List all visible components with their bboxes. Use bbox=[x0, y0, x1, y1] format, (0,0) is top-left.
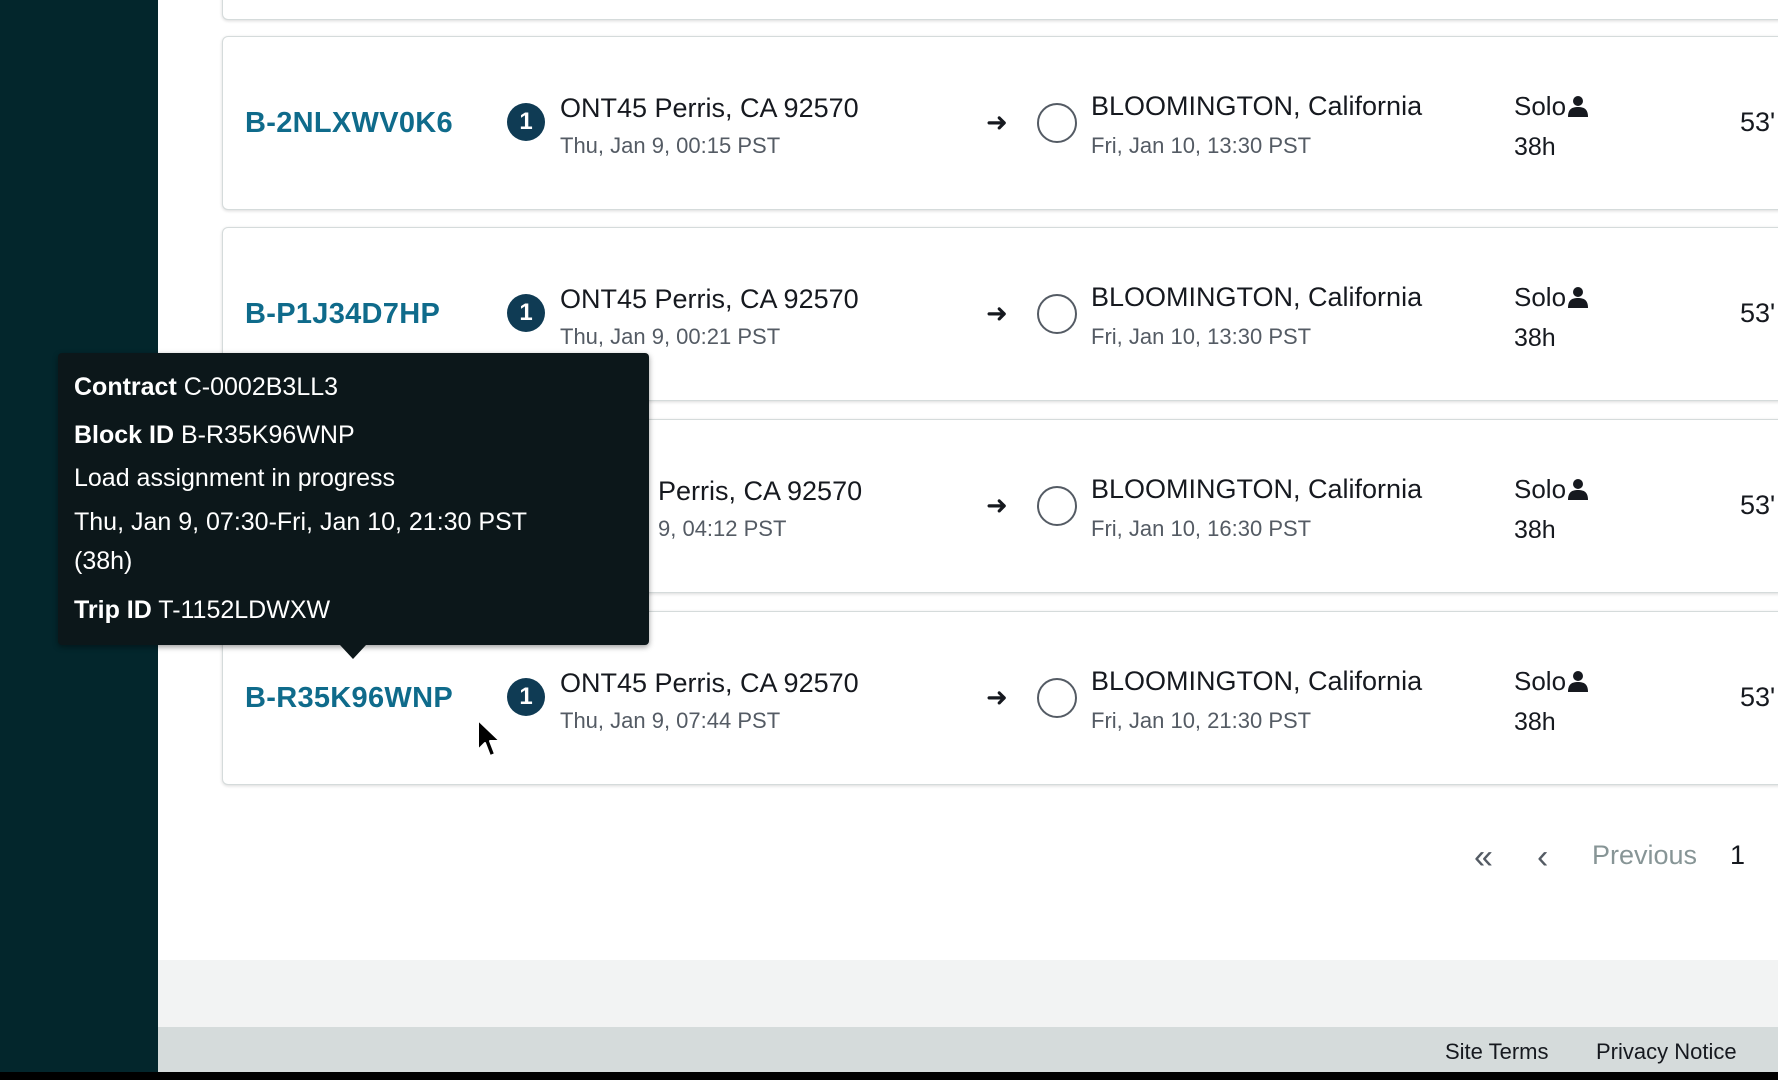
mouse-cursor-icon bbox=[477, 719, 501, 757]
previous-page-button[interactable]: Previous bbox=[1592, 840, 1697, 871]
person-icon bbox=[1568, 96, 1589, 117]
arrow-right-icon: ➜ bbox=[986, 107, 1008, 137]
driver-type-label: Solo bbox=[1514, 91, 1567, 121]
origin-location: ONT45 Perris, CA 92570 bbox=[560, 668, 859, 698]
driver-type: Solo bbox=[1514, 666, 1589, 697]
destination-circle-icon bbox=[1037, 486, 1077, 526]
person-icon bbox=[1568, 671, 1589, 692]
tooltip-duration: (38h) bbox=[74, 547, 133, 575]
destination-location: BLOOMINGTON, California bbox=[1091, 91, 1423, 121]
driver-type: Solo bbox=[1514, 282, 1589, 313]
person-icon bbox=[1568, 479, 1589, 500]
stop-number-icon: 1 bbox=[507, 678, 545, 716]
tooltip-caret bbox=[340, 645, 366, 659]
arrow-right-icon: ➜ bbox=[986, 490, 1008, 520]
arrow-right-icon: ➜ bbox=[986, 298, 1008, 328]
tooltip-status: Load assignment in progress bbox=[74, 464, 396, 492]
driver-type-label: Solo bbox=[1514, 666, 1567, 696]
trailer-size: 53' bbox=[1740, 682, 1776, 712]
stop-number-icon: 1 bbox=[507, 294, 545, 332]
driver-type: Solo bbox=[1514, 474, 1589, 505]
privacy-notice-link[interactable]: Privacy Notice bbox=[1596, 1039, 1737, 1065]
block-card[interactable]: B-2NLXWV0K6 1 ONT45 Perris, CA 92570 Thu… bbox=[222, 36, 1778, 210]
destination-time: Fri, Jan 10, 13:30 PST bbox=[1091, 324, 1312, 349]
destination-circle-icon bbox=[1037, 678, 1077, 718]
block-id-link[interactable]: B-2NLXWV0K6 bbox=[245, 107, 453, 140]
tooltip-contract-value: C-0002B3LL3 bbox=[183, 373, 339, 401]
origin-location: ONT45 Perris, CA 92570 bbox=[560, 284, 859, 314]
block-card-partial bbox=[222, 0, 1778, 20]
destination-location: BLOOMINGTON, California bbox=[1091, 666, 1423, 696]
duration: 38h bbox=[1514, 708, 1556, 736]
origin-location: Perris, CA 92570 bbox=[658, 476, 863, 506]
driver-type-label: Solo bbox=[1514, 474, 1567, 504]
duration: 38h bbox=[1514, 133, 1556, 161]
origin-time: Thu, Jan 9, 00:15 PST bbox=[560, 133, 781, 158]
chevron-left-icon: ‹ bbox=[1537, 838, 1549, 876]
destination-circle-icon bbox=[1037, 103, 1077, 143]
block-tooltip: Contract C-0002B3LL3 Block ID B-R35K96WN… bbox=[58, 353, 649, 645]
destination-time: Fri, Jan 10, 16:30 PST bbox=[1091, 516, 1312, 541]
stop-number-icon: 1 bbox=[507, 103, 545, 141]
current-page-number[interactable]: 1 bbox=[1730, 840, 1745, 871]
block-id-link[interactable]: B-P1J34D7HP bbox=[245, 298, 440, 331]
driver-type-label: Solo bbox=[1514, 282, 1567, 312]
tooltip-trip-label: Trip ID bbox=[74, 596, 152, 624]
tooltip-contract: Contract C-0002B3LL3 bbox=[74, 373, 338, 402]
tooltip-block-label: Block ID bbox=[74, 421, 175, 449]
origin-time: Thu, Jan 9, 07:44 PST bbox=[560, 708, 781, 733]
block-id-link[interactable]: B-R35K96WNP bbox=[245, 682, 453, 715]
trailer-size: 53' bbox=[1740, 490, 1776, 520]
arrow-right-icon: ➜ bbox=[986, 682, 1008, 712]
person-icon bbox=[1568, 287, 1589, 308]
driver-type: Solo bbox=[1514, 91, 1589, 122]
destination-location: BLOOMINGTON, California bbox=[1091, 474, 1423, 504]
prev-page-button[interactable]: ‹ bbox=[1537, 838, 1549, 879]
tooltip-trip-value: T-1152LDWXW bbox=[158, 596, 331, 624]
tooltip-block-value: B-R35K96WNP bbox=[180, 421, 355, 449]
site-terms-link[interactable]: Site Terms bbox=[1445, 1039, 1549, 1065]
screen-bottom-edge bbox=[0, 1072, 1778, 1080]
duration: 38h bbox=[1514, 324, 1556, 352]
destination-circle-icon bbox=[1037, 294, 1077, 334]
tooltip-trip-id: Trip ID T-1152LDWXW bbox=[74, 596, 330, 625]
double-chevron-left-icon: « bbox=[1474, 838, 1493, 876]
trailer-size: 53' bbox=[1740, 298, 1776, 328]
origin-time: Thu, Jan 9, 00:21 PST bbox=[560, 324, 781, 349]
destination-location: BLOOMINGTON, California bbox=[1091, 282, 1423, 312]
tooltip-block-id: Block ID B-R35K96WNP bbox=[74, 421, 355, 450]
origin-time: 9, 04:12 PST bbox=[658, 516, 787, 541]
duration: 38h bbox=[1514, 516, 1556, 544]
origin-location: ONT45 Perris, CA 92570 bbox=[560, 93, 859, 123]
tooltip-time-range: Thu, Jan 9, 07:30-Fri, Jan 10, 21:30 PST bbox=[74, 508, 528, 536]
tooltip-contract-label: Contract bbox=[74, 373, 177, 401]
destination-time: Fri, Jan 10, 21:30 PST bbox=[1091, 708, 1312, 733]
first-page-button[interactable]: « bbox=[1474, 838, 1493, 879]
destination-time: Fri, Jan 10, 13:30 PST bbox=[1091, 133, 1312, 158]
trailer-size: 53' bbox=[1740, 107, 1776, 137]
